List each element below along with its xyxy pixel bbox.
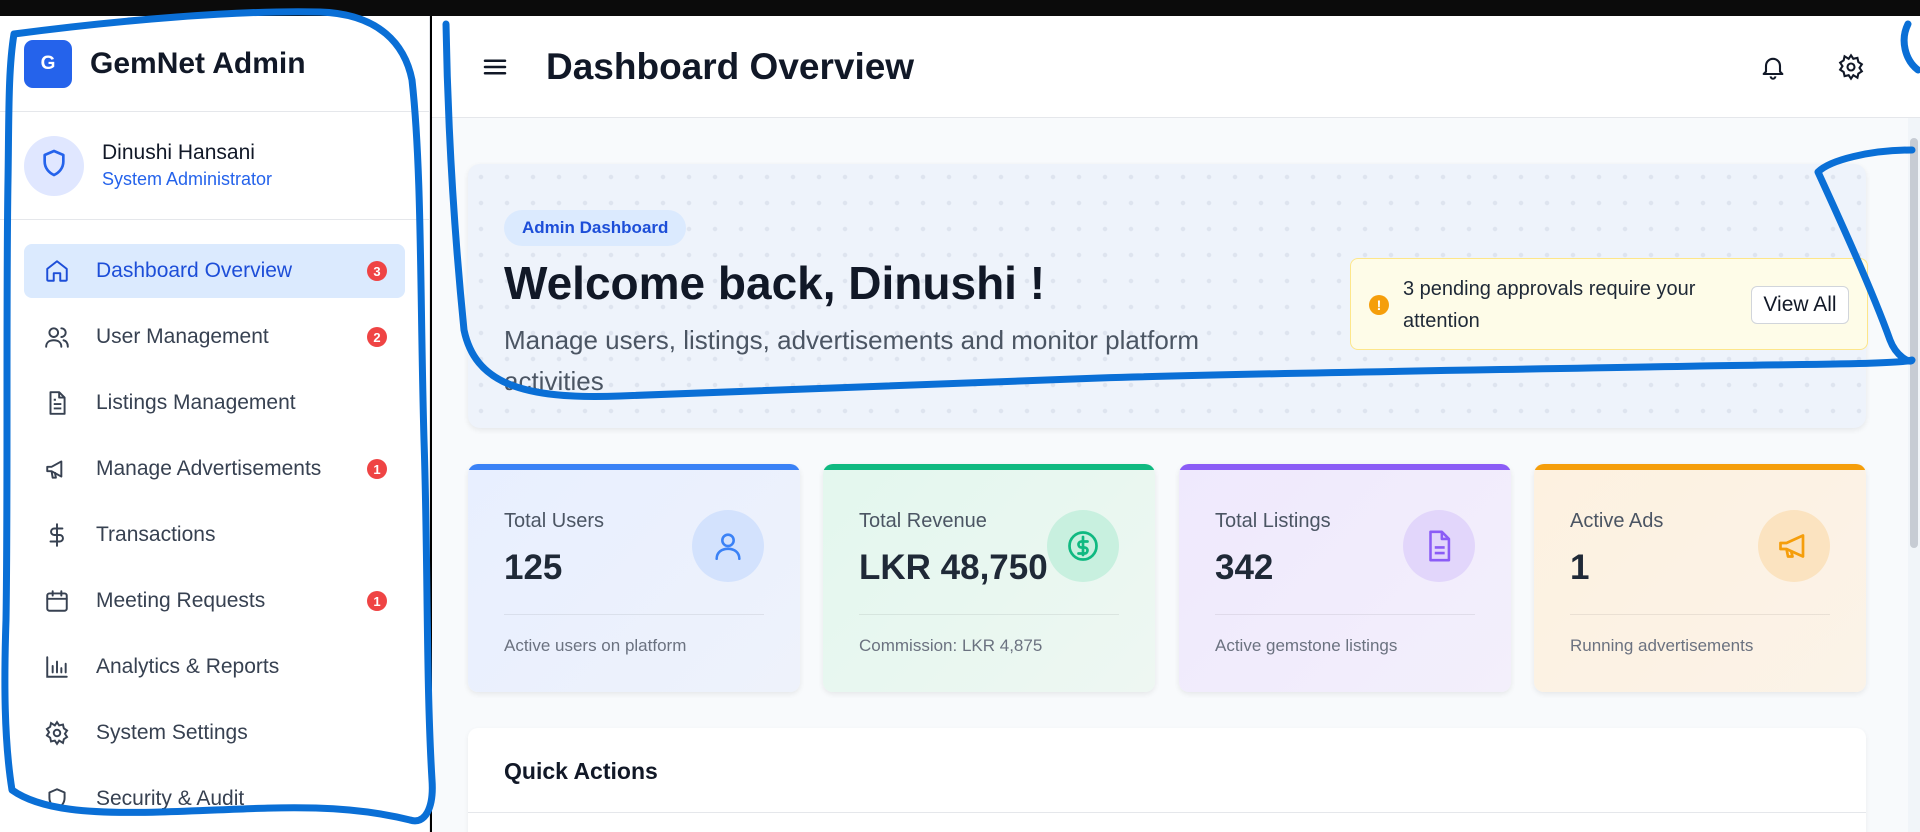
sidebar-item-security-audit[interactable]: Security & Audit [24,772,405,826]
pending-approvals-alert: ! 3 pending approvals require your atten… [1350,258,1868,350]
stat-value: 1 [1570,548,1590,587]
users-icon [42,322,72,352]
card-divider [859,614,1119,615]
megaphone-icon [1758,510,1830,582]
sidebar-nav: Dashboard Overview 3 User Management 2 L… [0,220,429,826]
divider [468,812,1866,813]
stat-value: 342 [1215,548,1274,587]
document-icon [42,388,72,418]
user-profile[interactable]: Dinushi Hansani System Administrator [0,112,429,220]
megaphone-icon [42,454,72,484]
stat-card-total-revenue[interactable]: Total Revenue LKR 48,750 Commission: LKR… [823,464,1155,692]
welcome-subtitle: Manage users, listings, advertisements a… [504,325,1200,396]
avatar [24,135,84,196]
gear-icon[interactable] [1834,50,1868,84]
card-accent-bar [468,464,800,470]
welcome-banner: Admin Dashboard Welcome back, Dinushi ! … [468,164,1868,428]
stat-footer: Commission: LKR 4,875 [859,636,1043,655]
brand-logo: G [24,39,72,88]
card-divider [504,614,764,615]
sidebar-item-transactions[interactable]: Transactions [24,508,405,562]
card-accent-bar [1179,464,1511,470]
sidebar-item-label: User Management [96,325,269,348]
bar-chart-icon [42,652,72,682]
card-divider [1215,614,1475,615]
stat-label: Total Revenue [859,510,987,532]
notification-badge: 2 [367,327,387,347]
sidebar-item-label: Analytics & Reports [96,655,280,678]
top-header: Dashboard Overview [432,16,1920,118]
scrollbar-thumb[interactable] [1910,138,1918,548]
top-window-strip [0,0,1920,16]
sidebar-item-meeting-requests[interactable]: Meeting Requests 1 [24,574,405,628]
sidebar-item-label: Dashboard Overview [96,259,293,282]
quick-actions-title: Quick Actions [504,758,658,784]
sidebar-item-user-management[interactable]: User Management 2 [24,310,405,364]
profile-role: System Administrator [102,169,273,189]
menu-icon[interactable] [480,52,510,82]
view-all-button[interactable]: View All [1751,286,1849,324]
alert-text: 3 pending approvals require your attenti… [1403,278,1696,332]
home-icon [42,256,72,286]
document-icon [1403,510,1475,582]
sidebar-item-label: Meeting Requests [96,589,266,612]
notification-badge: 1 [367,459,387,479]
stat-value: LKR 48,750 [859,548,1048,587]
stat-card-total-users[interactable]: Total Users 125 Active users on platform [468,464,800,692]
profile-name: Dinushi Hansani [102,141,255,164]
stat-card-total-listings[interactable]: Total Listings 342 Active gemstone listi… [1179,464,1511,692]
shield-icon [42,784,72,814]
stat-card-active-ads[interactable]: Active Ads 1 Running advertisements [1534,464,1866,692]
sidebar-item-manage-advertisements[interactable]: Manage Advertisements 1 [24,442,405,496]
stat-value: 125 [504,548,563,587]
stat-label: Active Ads [1570,510,1664,532]
warning-icon: ! [1369,295,1389,315]
bell-icon[interactable] [1756,50,1790,84]
sidebar: G GemNet Admin Dinushi Hansani System Ad… [0,16,430,832]
calendar-icon [42,586,72,616]
stat-footer: Active users on platform [504,636,687,655]
sidebar-item-label: Transactions [96,523,216,546]
page-title: Dashboard Overview [546,46,915,87]
sidebar-item-listings-management[interactable]: Listings Management [24,376,405,430]
main-content: Dashboard Overview Admin Dashboard Welco… [432,16,1920,832]
dollar-icon [42,520,72,550]
sidebar-item-label: Listings Management [96,391,296,414]
notification-badge: 1 [367,591,387,611]
welcome-title: Welcome back, Dinushi ! [504,257,1046,309]
sidebar-item-label: System Settings [96,721,248,744]
admin-dashboard-pill: Admin Dashboard [504,210,687,246]
shield-icon [38,147,70,184]
user-icon [692,510,764,582]
sidebar-item-analytics-reports[interactable]: Analytics & Reports [24,640,405,694]
brand-name: GemNet Admin [90,46,306,80]
sidebar-item-system-settings[interactable]: System Settings [24,706,405,760]
card-accent-bar [1534,464,1866,470]
quick-actions-panel: Quick Actions [468,728,1866,832]
brand: G GemNet Admin [0,16,429,112]
card-divider [1570,614,1830,615]
dollar-circle-icon [1047,510,1119,582]
sidebar-item-dashboard-overview[interactable]: Dashboard Overview 3 [24,244,405,298]
notification-badge: 3 [367,261,387,281]
stats-cards: Total Users 125 Active users on platform… [468,464,1866,692]
card-accent-bar [823,464,1155,470]
gear-icon [42,718,72,748]
sidebar-item-label: Security & Audit [96,787,245,810]
stat-footer: Active gemstone listings [1215,636,1398,655]
stat-label: Total Listings [1215,510,1331,532]
stat-label: Total Users [504,510,605,532]
sidebar-item-label: Manage Advertisements [96,457,322,480]
stat-footer: Running advertisements [1570,636,1754,655]
